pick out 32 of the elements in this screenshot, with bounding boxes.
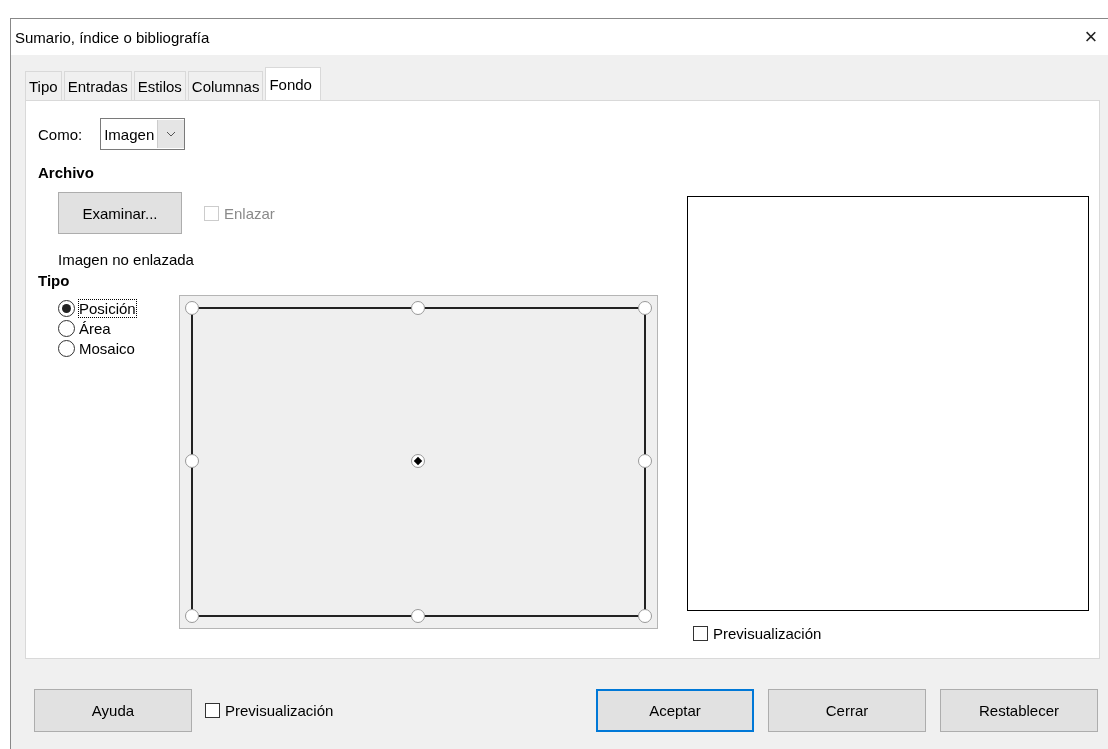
help-button[interactable]: Ayuda bbox=[34, 689, 192, 732]
tab[interactable]: Tipo bbox=[25, 71, 62, 100]
dialog-button[interactable]: Aceptar bbox=[596, 689, 754, 732]
close-button[interactable]: × bbox=[1076, 22, 1106, 52]
section-heading: Tipo bbox=[38, 272, 71, 289]
preview-checkbox[interactable]: Previsualización bbox=[205, 702, 334, 719]
position-radio[interactable] bbox=[638, 301, 652, 315]
radio-option[interactable]: Área bbox=[58, 320, 158, 337]
position-radio[interactable] bbox=[638, 609, 652, 623]
position-radio[interactable] bbox=[411, 609, 425, 623]
dialog-button[interactable]: Restablecer bbox=[940, 689, 1098, 732]
chevron-icon bbox=[166, 131, 177, 137]
preview-checkbox[interactable]: Previsualización bbox=[693, 625, 1089, 642]
section-heading: Archivo bbox=[38, 164, 95, 181]
tab[interactable]: Columnas bbox=[187, 71, 264, 100]
position-radio[interactable] bbox=[411, 301, 425, 315]
tab[interactable]: Entradas bbox=[63, 71, 132, 100]
radio-option[interactable]: Posición bbox=[58, 300, 158, 317]
status-text: Imagen no enlazada bbox=[58, 251, 195, 268]
tab[interactable]: Estilos bbox=[133, 71, 186, 100]
position-radio[interactable] bbox=[638, 454, 652, 468]
position-radio[interactable] bbox=[185, 454, 199, 468]
tab[interactable]: Fondo bbox=[265, 67, 321, 100]
position-radio[interactable] bbox=[185, 609, 199, 623]
dialog-button[interactable]: Cerrar bbox=[768, 689, 926, 732]
field-label: Como: bbox=[38, 125, 83, 143]
position-radio[interactable] bbox=[411, 454, 425, 468]
browse-button[interactable]: Examinar... bbox=[58, 192, 182, 234]
position-radio[interactable] bbox=[185, 301, 199, 315]
radio-option[interactable]: Mosaico bbox=[58, 340, 158, 357]
window-title: Sumario, índice o bibliografía bbox=[15, 28, 210, 46]
dropdown[interactable]: Imagen bbox=[100, 118, 186, 150]
